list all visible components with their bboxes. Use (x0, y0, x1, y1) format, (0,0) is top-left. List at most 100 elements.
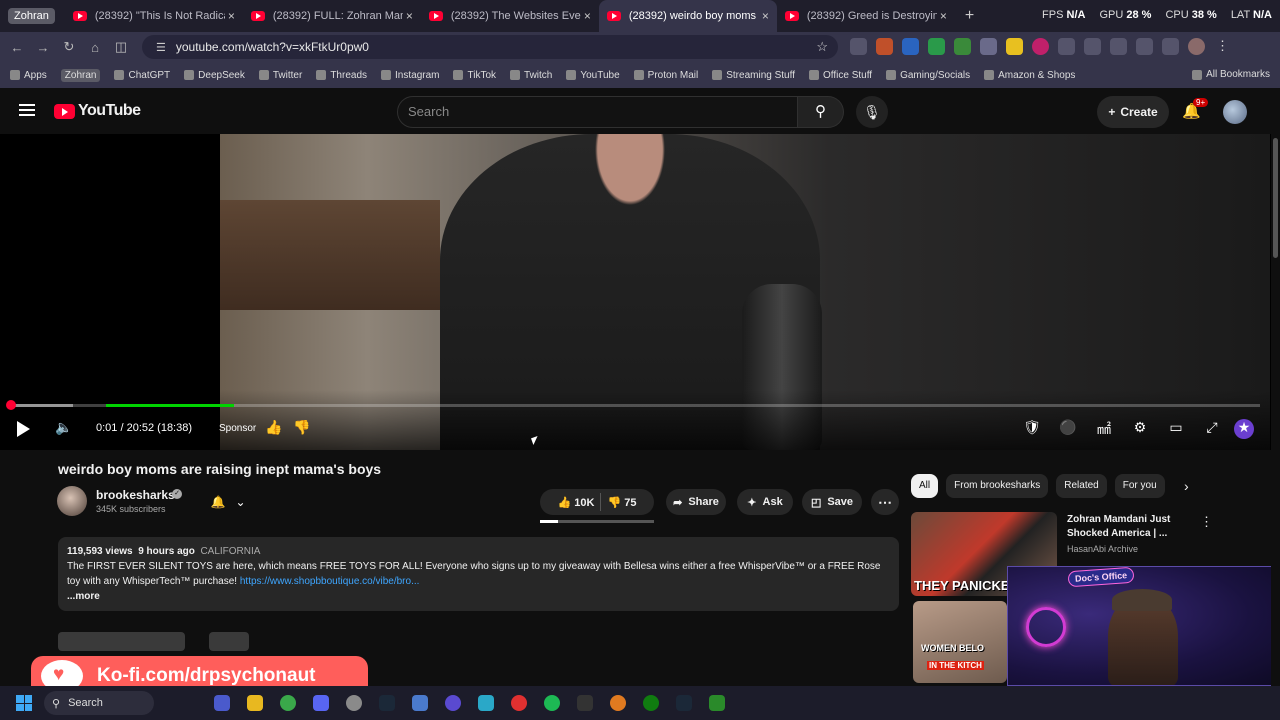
bookmark-item[interactable]: Apps (10, 70, 47, 81)
theater-mode-icon[interactable]: ▭ (1166, 419, 1186, 439)
extension-icon[interactable] (954, 38, 971, 55)
bookmark-item[interactable]: Twitch (510, 70, 552, 81)
extension-chat-icon[interactable]: ★ (1234, 419, 1254, 439)
menu-icon[interactable]: ⋮ (1214, 38, 1231, 55)
more-actions-button[interactable]: ⋯ (871, 489, 899, 515)
bookmark-item[interactable]: Office Stuff (808, 70, 872, 81)
reload-icon[interactable]: ↻ (56, 39, 82, 55)
extension-icon[interactable] (850, 38, 867, 55)
profile-chip[interactable]: Zohran (8, 8, 55, 24)
taskbar-app-icon[interactable] (214, 695, 230, 711)
show-more-link[interactable]: ...more (67, 589, 890, 604)
browser-tab[interactable]: (28392) FULL: Zohran Mamdani× (243, 0, 421, 32)
filter-chip[interactable]: For you (1114, 474, 1165, 498)
autoplay-toggle[interactable]: ⚫ (1058, 419, 1078, 439)
volume-icon[interactable]: 🔈 (55, 419, 72, 436)
extension-icon[interactable] (1006, 38, 1023, 55)
taskbar-app-icon[interactable] (709, 695, 725, 711)
file-explorer-icon[interactable] (247, 695, 263, 711)
progress-bar[interactable] (6, 400, 1260, 410)
steam-icon[interactable] (379, 695, 395, 711)
taskbar-app-icon[interactable] (511, 695, 527, 711)
close-tab-icon[interactable]: × (940, 9, 947, 23)
sponsor-upvote-icon[interactable]: 👍 (265, 419, 282, 436)
sponsor-downvote-icon[interactable]: 👎 (293, 419, 310, 436)
video-player[interactable]: 🔈 0:01 / 20:52 (18:38) Sponsor 👍 👎 🛡 ⚫ ㎟… (0, 134, 1280, 450)
search-input[interactable]: Search (397, 96, 798, 128)
scrubber-handle[interactable] (6, 400, 16, 410)
taskbar-app-icon[interactable] (478, 695, 494, 711)
steam-icon[interactable] (676, 695, 692, 711)
ask-button[interactable]: ✦ Ask (737, 489, 793, 515)
channel-name[interactable]: brookesharks (96, 488, 175, 502)
account-avatar[interactable] (1223, 100, 1247, 124)
bookmark-item[interactable]: DeepSeek (184, 70, 245, 81)
recommended-channel[interactable]: HasanAbi Archive (1067, 544, 1138, 554)
like-button[interactable]: 👍 10K (558, 496, 595, 509)
spotify-icon[interactable] (544, 695, 560, 711)
extension-icon[interactable] (876, 38, 893, 55)
forward-icon[interactable]: → (30, 40, 56, 55)
youtube-logo[interactable]: YouTube (54, 102, 141, 120)
browser-tab[interactable]: (28392) weirdo boy moms are r× (598, 0, 777, 32)
browser-tab[interactable]: (28392) The Websites Everyone× (421, 0, 599, 32)
extension-icon[interactable] (1110, 38, 1127, 55)
bookmark-item[interactable]: Amazon & Shops (984, 70, 1075, 81)
history-icon[interactable] (1136, 38, 1153, 55)
windows-start-icon[interactable] (16, 695, 32, 711)
browser-tab[interactable]: (28392) Greed is Destroying the× (777, 0, 955, 32)
extension-icon[interactable] (980, 38, 997, 55)
filter-chip[interactable]: Related (1056, 474, 1107, 498)
scrollbar-thumb[interactable] (1273, 138, 1278, 258)
recommended-title[interactable]: Zohran Mamdani Just Shocked America | ..… (1067, 513, 1197, 541)
address-bar[interactable]: ☰ youtube.com/watch?v=xkFtkUr0pw0 ☆ (142, 35, 838, 59)
home-icon[interactable]: ⌂ (82, 40, 108, 55)
ublock-icon[interactable] (1032, 38, 1049, 55)
bookmark-item[interactable]: Zohran (60, 68, 101, 82)
new-tab-button[interactable]: + (965, 7, 974, 25)
bookmark-item[interactable]: Streaming Stuff (712, 70, 795, 81)
search-button[interactable]: ⚲ (798, 96, 844, 128)
bookmark-star-icon[interactable]: ☆ (816, 39, 828, 55)
description-box[interactable]: 119,593 views 9 hours ago CALIFORNIA The… (58, 537, 899, 611)
sidebar-icon[interactable]: ◫ (108, 39, 134, 55)
close-tab-icon[interactable]: × (584, 9, 591, 23)
save-button[interactable]: ◰ Save (802, 489, 862, 515)
xbox-icon[interactable] (643, 695, 659, 711)
bookmark-item[interactable]: YouTube (566, 70, 620, 81)
captions-icon[interactable]: ㎟ (1094, 419, 1114, 439)
share-button[interactable]: ➦ Share (666, 489, 726, 515)
play-icon[interactable] (17, 421, 30, 437)
discord-icon[interactable] (313, 695, 329, 711)
close-tab-icon[interactable]: × (762, 9, 769, 23)
description-link[interactable]: https://www.shopbboutique.co/vibe/bro... (240, 576, 420, 587)
fullscreen-icon[interactable]: ⤢ (1202, 419, 1222, 439)
extension-icon[interactable] (902, 38, 919, 55)
blender-icon[interactable] (610, 695, 626, 711)
sponsorblock-shield-icon[interactable]: 🛡 (1022, 419, 1042, 439)
create-button[interactable]: + Create (1097, 96, 1169, 128)
filter-chip[interactable]: From brookesharks (946, 474, 1049, 498)
close-tab-icon[interactable]: × (406, 9, 413, 23)
location-tag[interactable]: CALIFORNIA (200, 546, 260, 557)
url-text[interactable]: youtube.com/watch?v=xkFtkUr0pw0 (176, 40, 369, 54)
dislike-button[interactable]: 👎 75 (607, 496, 636, 509)
voice-search-button[interactable]: 🎙 (856, 96, 888, 128)
puzzle-icon[interactable] (1058, 38, 1075, 55)
chevron-right-icon[interactable]: › (1184, 478, 1189, 494)
bookmark-item[interactable]: Gaming/Socials (886, 70, 970, 81)
more-vertical-icon[interactable]: ⋮ (1200, 514, 1213, 530)
taskbar-app-icon[interactable] (412, 695, 428, 711)
extension-icon[interactable] (1162, 38, 1179, 55)
bookmark-item[interactable]: Threads (316, 70, 367, 81)
extension-icon[interactable] (928, 38, 945, 55)
settings-gear-icon[interactable]: ⚙ (1130, 419, 1150, 439)
close-tab-icon[interactable]: × (228, 9, 235, 23)
subscription-bell-button[interactable]: 🔔 ⌄ (200, 490, 256, 514)
taskbar-app-icon[interactable] (445, 695, 461, 711)
bookmark-item[interactable]: Proton Mail (633, 70, 698, 81)
channel-avatar[interactable] (57, 486, 87, 516)
page-scrollbar[interactable] (1271, 134, 1280, 686)
back-icon[interactable]: ← (4, 40, 30, 55)
all-bookmarks-button[interactable]: All Bookmarks (1192, 69, 1270, 80)
